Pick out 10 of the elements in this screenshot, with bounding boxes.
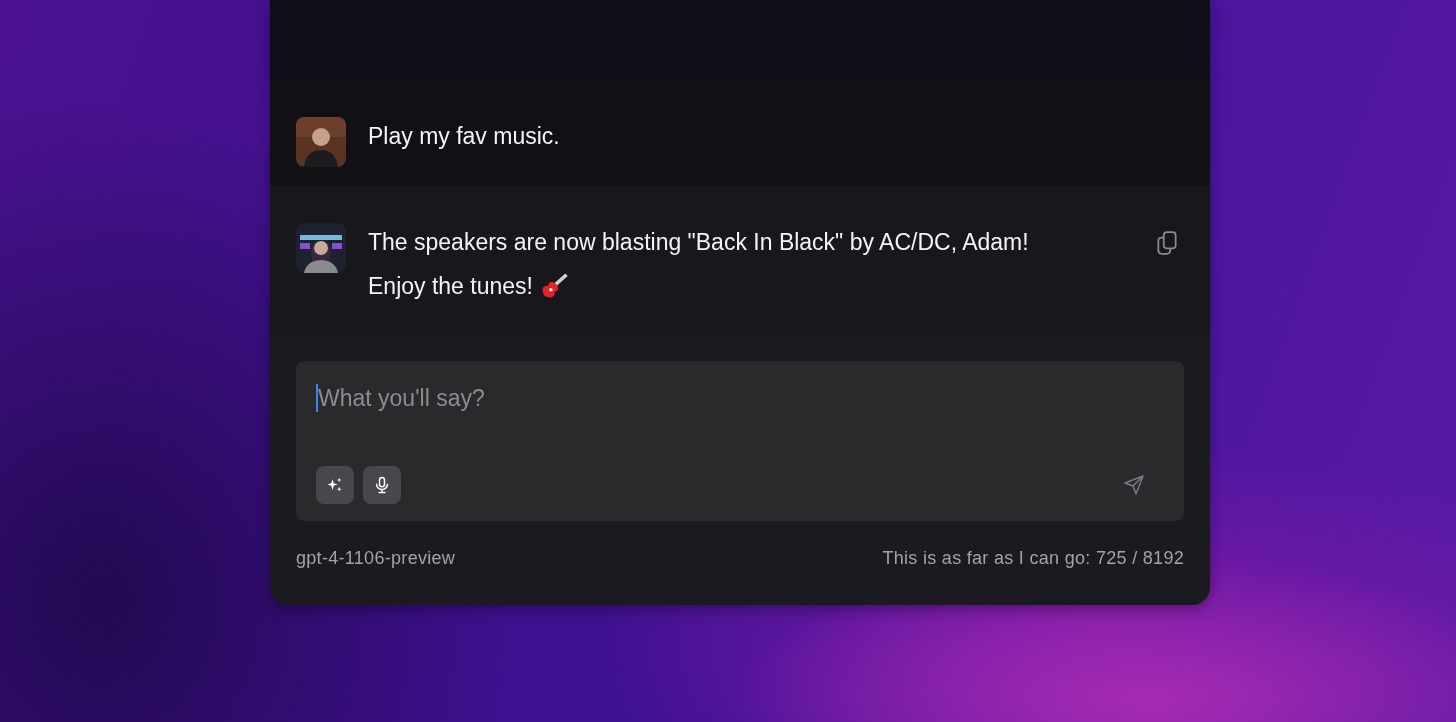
message-text: The speakers are now blasting "Back In Black" by AC/DC, Adam! xyxy=(368,228,1030,257)
microphone-button[interactable] xyxy=(363,466,401,504)
copy-icon[interactable] xyxy=(1154,229,1180,257)
send-icon[interactable] xyxy=(1122,473,1146,497)
message-field[interactable]: What you'll say? xyxy=(318,384,1164,412)
token-limit: This is as far as I can go: 725 / 8192 xyxy=(882,548,1184,569)
model-name: gpt-4-1106-preview xyxy=(296,548,456,569)
sparkle-button[interactable] xyxy=(316,466,354,504)
message-text: Play my fav music. xyxy=(368,122,561,151)
message-text: Enjoy the tunes! xyxy=(368,272,533,301)
